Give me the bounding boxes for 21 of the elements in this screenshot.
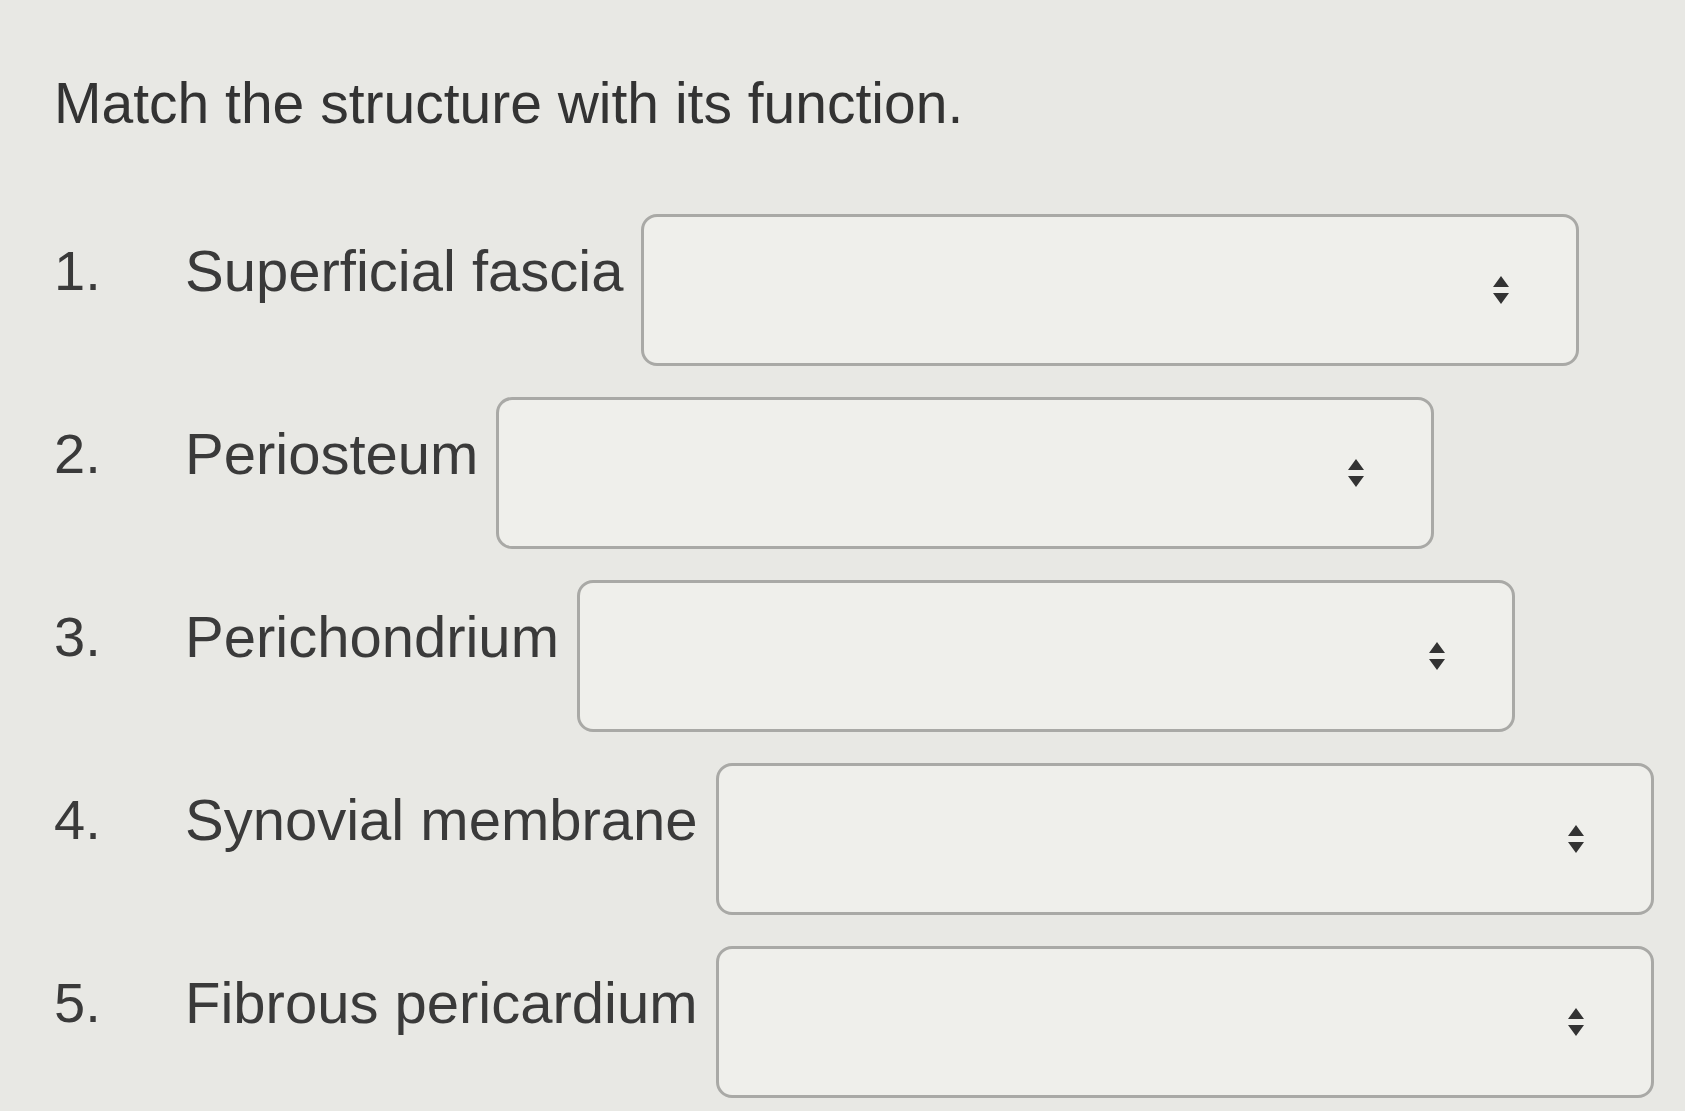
up-down-arrows-icon — [1347, 458, 1366, 488]
item-number: 5. — [54, 970, 102, 1036]
up-down-arrows-icon — [1427, 641, 1446, 671]
structure-label: Perichondrium — [185, 603, 559, 671]
item-number: 1. — [54, 238, 102, 304]
item-number: 2. — [54, 421, 102, 487]
up-down-arrows-icon — [1492, 275, 1511, 305]
dropdown-field[interactable] — [641, 214, 1580, 366]
question-prompt: Match the structure with its function. — [54, 70, 965, 137]
structure-label: Synovial membrane — [185, 786, 698, 854]
structure-label: Periosteum — [185, 420, 479, 488]
dropdown-field[interactable] — [496, 397, 1435, 549]
up-down-arrows-icon — [1566, 824, 1585, 854]
dropdown-field[interactable] — [576, 580, 1515, 732]
structure-label: Fibrous pericardium — [185, 969, 698, 1037]
dropdown-field[interactable] — [715, 763, 1654, 915]
structure-label: Superficial fascia — [185, 237, 624, 305]
dropdown-field[interactable] — [715, 946, 1654, 1098]
up-down-arrows-icon — [1566, 1007, 1585, 1037]
item-number: 3. — [54, 604, 102, 670]
item-number: 4. — [54, 787, 102, 853]
